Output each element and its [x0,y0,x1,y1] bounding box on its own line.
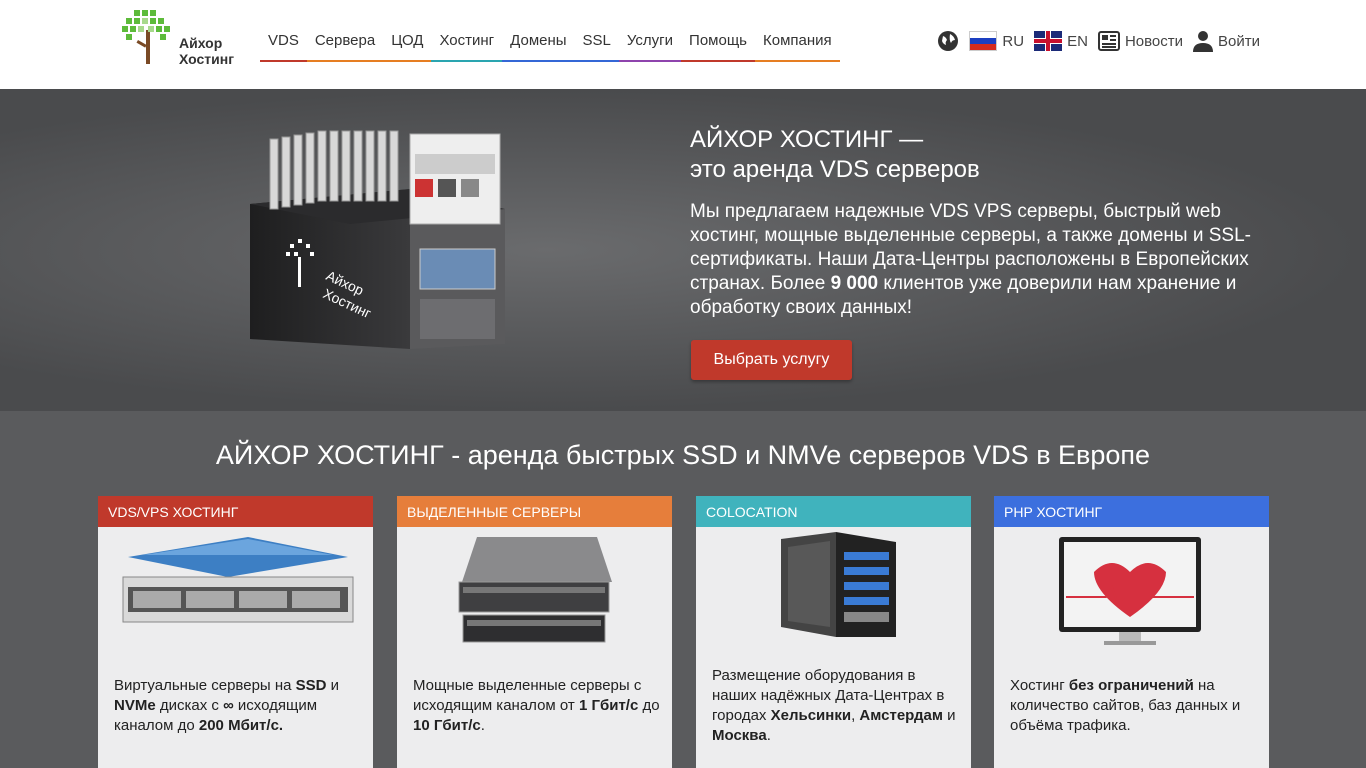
vds-text-infinity: ∞ [223,697,234,714]
hero-banner: Айхор Хостинг АЙХОР ХОСТИНГ — это аренда… [0,89,1366,411]
section-title: АЙХОР ХОСТИНГ - аренда быстрых SSD и NMV… [215,440,1151,470]
site-header: Айхор Хостинг VDS Сервера ЦОД Хостинг До… [0,0,1366,89]
nav-vds[interactable]: VDS [260,30,307,62]
card-vds-text: Виртуальные серверы на SSD и NVMe дисках… [114,676,362,736]
hero-title-line2: это аренда VDS серверов [690,156,980,183]
nav-domains[interactable]: Домены [502,30,575,62]
nav-company[interactable]: Компания [754,30,840,62]
nav-dc[interactable]: ЦОД [383,30,432,62]
colo-city-amsterdam: Амстердам [859,707,943,724]
nav-ssl[interactable]: SSL [574,30,619,62]
vds-text-speed: 200 Мбит/с. [198,717,284,734]
uk-flag-icon [1034,31,1063,51]
hero-description: Мы предлагаем надежные VDS VPS серверы, … [690,200,1260,320]
colo-text-4: . [766,727,771,744]
vds-text-3: дисках с [155,697,224,714]
card-colocation-title[interactable]: COLOCATION [696,496,971,527]
news-label: Новости [1124,32,1184,50]
vds-text-ssd: SSD [295,677,327,694]
php-text-unlimited: без ограничений [1068,677,1194,694]
monitor-heart-image [1059,537,1201,645]
hero-title-line1: АЙХОР ХОСТИНГ — [690,126,924,153]
dedicated-text-2: до [638,697,660,714]
news-link[interactable]: Новости [1097,31,1184,51]
dedicated-text-3: . [480,717,485,734]
card-php[interactable]: PHP ХОСТИНГ Хостинг без ограничений на к… [994,496,1269,768]
colo-text-3: и [942,707,956,724]
tree-logo-icon [122,10,170,64]
choose-service-button[interactable]: Выбрать услугу [691,340,852,380]
login-label: Войти [1218,32,1260,50]
logo[interactable]: Айхор Хостинг [120,8,240,68]
login-link[interactable]: Войти [1193,30,1260,52]
dedicated-server-image [458,537,612,643]
hero-title: АЙХОР ХОСТИНГ — это аренда VDS серверов [690,125,980,185]
card-colocation[interactable]: COLOCATION Размещение оборудования в наш… [696,496,971,768]
vds-server-image [122,537,354,623]
main-nav: VDS Сервера ЦОД Хостинг Домены SSL Услуг… [260,30,840,62]
nav-servers[interactable]: Сервера [306,30,384,62]
nav-help[interactable]: Помощь [681,30,755,62]
nav-services[interactable]: Услуги [618,30,682,62]
colo-city-moscow: Москва [712,727,767,744]
vds-text-1: Виртуальные серверы на [114,677,296,694]
hero-clients-count: 9 000 [830,273,879,294]
card-dedicated-text: Мощные выделенные серверы с исходящим ка… [413,676,661,736]
user-icon [1193,31,1214,52]
lang-en[interactable]: EN [1034,31,1088,51]
card-php-title[interactable]: PHP ХОСТИНГ [994,496,1269,527]
lang-en-label: EN [1067,32,1088,50]
server-box-illustration: Айхор Хостинг [250,130,505,349]
card-php-text: Хостинг без ограничений на количество са… [1010,676,1258,736]
php-text-1: Хостинг [1010,677,1069,694]
vds-text-2: и [326,677,340,694]
card-dedicated-title[interactable]: ВЫДЕЛЕННЫЕ СЕРВЕРЫ [397,496,672,527]
lang-ru-label: RU [1002,32,1025,50]
logo-line1: Айхор [179,35,223,51]
globe-button[interactable] [937,30,959,52]
card-vds-title[interactable]: VDS/VPS ХОСТИНГ [98,496,373,527]
lang-ru[interactable]: RU [969,31,1024,51]
nav-hosting[interactable]: Хостинг [431,30,503,62]
rack-cabinet-image [781,532,896,637]
card-colocation-text: Размещение оборудования в наших надёжных… [712,666,960,746]
card-dedicated[interactable]: ВЫДЕЛЕННЫЕ СЕРВЕРЫ Мощные выделенные сер… [397,496,672,768]
globe-icon [938,31,959,51]
dedicated-text-max: 10 Гбит/с [413,717,481,734]
dedicated-text-min: 1 Гбит/с [578,697,639,714]
russia-flag-icon [969,31,998,51]
card-vds[interactable]: VDS/VPS ХОСТИНГ Виртуальные серверы на S… [98,496,373,768]
colo-city-helsinki: Хельсинки [770,707,852,724]
vds-text-nvme: NVMe [114,697,156,714]
newspaper-icon [1097,31,1120,51]
logo-text: Айхор Хостинг [179,35,234,67]
logo-line2: Хостинг [179,51,235,67]
header-tools: RU EN Новости Войти [937,30,1260,52]
